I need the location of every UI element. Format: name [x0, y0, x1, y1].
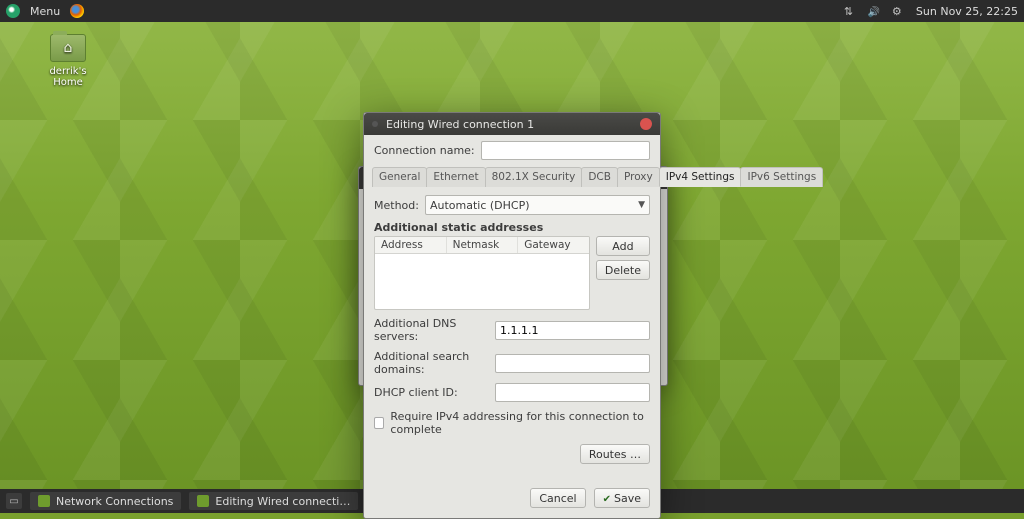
tab-dcb[interactable]: DCB	[581, 167, 618, 187]
dhcp-client-id-label: DHCP client ID:	[374, 386, 489, 399]
dialog-titlebar[interactable]: Editing Wired connection 1	[364, 113, 660, 135]
column-gateway[interactable]: Gateway	[518, 237, 589, 253]
cancel-button[interactable]: Cancel	[530, 488, 585, 508]
save-button[interactable]: Save	[594, 488, 650, 508]
method-combobox[interactable]: Automatic (DHCP) ▼	[425, 195, 650, 215]
column-address[interactable]: Address	[375, 237, 447, 253]
taskbar-item-label: Network Connections	[56, 495, 173, 508]
column-netmask[interactable]: Netmask	[447, 237, 519, 253]
home-folder-label: derrik's Home	[36, 66, 100, 88]
dhcp-client-id-input[interactable]	[495, 383, 650, 402]
search-domains-input[interactable]	[495, 354, 650, 373]
taskbar-item-editing-connection[interactable]: Editing Wired connecti…	[189, 492, 358, 510]
dns-servers-label: Additional DNS servers:	[374, 317, 489, 343]
taskbar-item-network-connections[interactable]: Network Connections	[30, 492, 181, 510]
connection-name-input[interactable]	[481, 141, 650, 160]
folder-icon	[50, 34, 86, 62]
chevron-down-icon: ▼	[638, 200, 645, 210]
connection-name-label: Connection name:	[374, 144, 475, 157]
edit-connection-dialog: Editing Wired connection 1 Connection na…	[363, 112, 661, 519]
show-desktop-button[interactable]	[6, 493, 22, 509]
tab-ipv4-settings[interactable]: IPv4 Settings	[659, 167, 742, 187]
tab-proxy[interactable]: Proxy	[617, 167, 660, 187]
dialog-title: Editing Wired connection 1	[386, 118, 640, 131]
require-ipv4-label: Require IPv4 addressing for this connect…	[390, 410, 650, 436]
search-domains-label: Additional search domains:	[374, 350, 489, 376]
taskbar-item-label: Editing Wired connecti…	[215, 495, 350, 508]
add-button[interactable]: Add	[596, 236, 650, 256]
volume-tray-icon[interactable]	[868, 5, 880, 17]
tab-general[interactable]: General	[372, 167, 427, 187]
tab-ethernet[interactable]: Ethernet	[426, 167, 485, 187]
method-label: Method:	[374, 199, 419, 212]
network-tray-icon[interactable]	[844, 5, 856, 17]
close-icon[interactable]	[640, 118, 652, 130]
window-menu-icon[interactable]	[372, 121, 378, 127]
settings-tray-icon[interactable]	[892, 5, 904, 17]
app-icon	[197, 495, 209, 507]
addresses-table[interactable]: Address Netmask Gateway	[374, 236, 590, 310]
home-folder-desktop-icon[interactable]: derrik's Home	[36, 34, 100, 88]
delete-button[interactable]: Delete	[596, 260, 650, 280]
dns-servers-input[interactable]	[495, 321, 650, 340]
require-ipv4-checkbox[interactable]	[374, 417, 384, 429]
clock[interactable]: Sun Nov 25, 22:25	[916, 5, 1018, 18]
tab-8021x-security[interactable]: 802.1X Security	[485, 167, 583, 187]
check-icon	[603, 492, 614, 505]
top-panel: Menu Sun Nov 25, 22:25	[0, 0, 1024, 22]
additional-addresses-title: Additional static addresses	[374, 221, 650, 234]
method-value: Automatic (DHCP)	[430, 199, 530, 212]
tab-bar: General Ethernet 802.1X Security DCB Pro…	[372, 166, 652, 187]
distro-logo-icon[interactable]	[6, 4, 20, 18]
menu-button[interactable]: Menu	[30, 5, 60, 18]
routes-button[interactable]: Routes …	[580, 444, 650, 464]
app-icon	[38, 495, 50, 507]
tab-ipv6-settings[interactable]: IPv6 Settings	[740, 167, 823, 187]
firefox-launcher-icon[interactable]	[70, 4, 84, 18]
